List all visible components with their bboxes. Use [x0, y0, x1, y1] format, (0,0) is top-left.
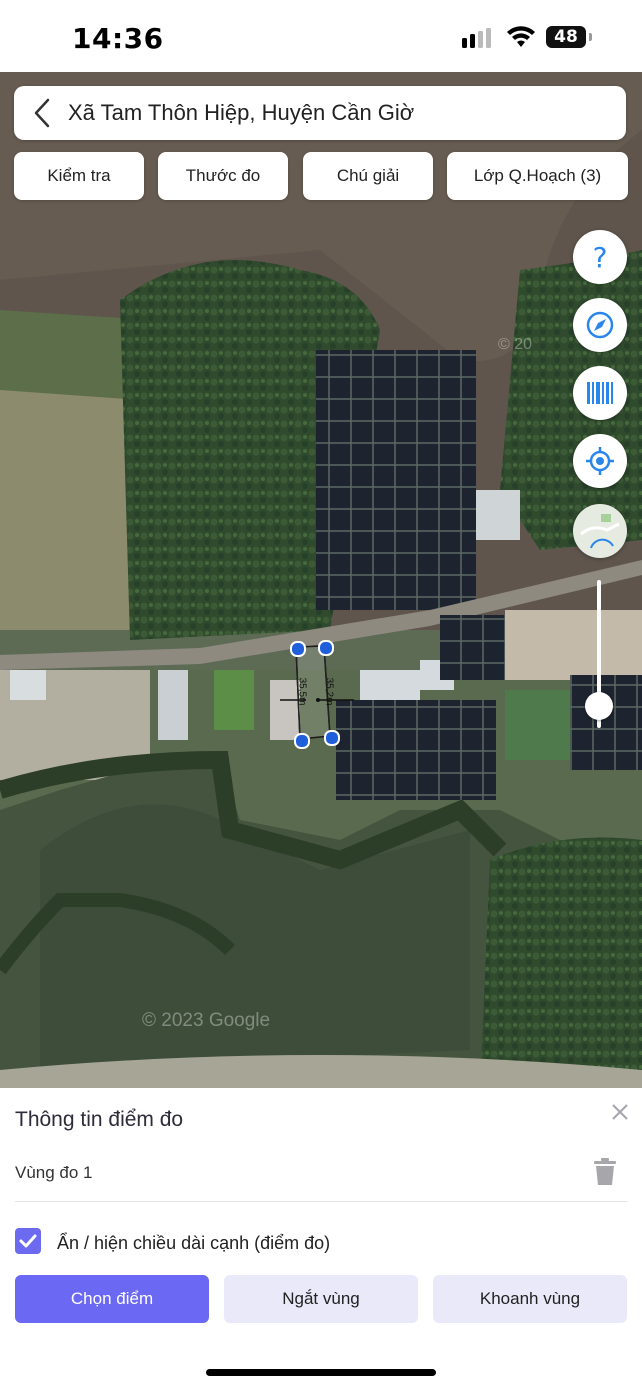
tab-check[interactable]: Kiểm tra — [14, 152, 144, 200]
help-icon: ? — [593, 241, 608, 274]
barcode-button[interactable] — [573, 366, 627, 420]
map-layer-icon — [574, 505, 626, 557]
status-time: 14:36 — [72, 22, 164, 55]
map-layer-button[interactable] — [573, 504, 627, 558]
map-imagery — [0, 70, 642, 1090]
measure-point[interactable] — [290, 641, 306, 657]
measure-point[interactable] — [318, 640, 334, 656]
zone-name: Vùng đo 1 — [15, 1163, 93, 1182]
battery-icon: 48 — [546, 26, 586, 48]
checkmark-icon — [19, 1234, 37, 1248]
home-indicator — [206, 1369, 436, 1376]
measure-label-right: 35,2m — [323, 677, 335, 706]
compass-icon — [586, 311, 614, 339]
barcode-icon — [587, 382, 613, 404]
map-attribution: © 2023 Google — [142, 1010, 271, 1031]
tab-legend[interactable]: Chú giải — [303, 152, 433, 200]
location-title: Xã Tam Thôn Hiệp, Huyện Cần Giờ — [68, 100, 415, 125]
tool-tabs: Kiểm tra Thước đo Chú giải Lớp Q.Hoạch (… — [14, 152, 628, 200]
edge-length-label: Ẩn / hiện chiều dài cạnh (điểm đo) — [57, 1233, 331, 1253]
close-icon[interactable] — [610, 1102, 630, 1122]
edge-length-checkbox[interactable] — [15, 1228, 41, 1254]
map-attribution-partial: © 20 — [498, 336, 533, 353]
measure-info-sheet: Thông tin điểm đo Vùng đo 1 Ẩn / hiện ch… — [0, 1088, 642, 1389]
measure-label-left: 35,5m — [296, 677, 308, 706]
cellular-signal-icon — [462, 28, 491, 48]
back-chevron-icon[interactable] — [30, 98, 54, 128]
svg-text:?: ? — [593, 241, 608, 274]
measure-point[interactable] — [324, 730, 340, 746]
measure-point[interactable] — [294, 733, 310, 749]
draw-area-button[interactable]: Khoanh vùng — [433, 1275, 627, 1323]
satellite-map[interactable]: 35,5m 35,2m © 20 © 2023 Google Xã Tam Th… — [0, 70, 642, 1090]
zoom-slider-handle[interactable] — [585, 691, 613, 720]
select-point-button[interactable]: Chọn điểm — [15, 1275, 209, 1323]
break-zone-button[interactable]: Ngắt vùng — [224, 1275, 418, 1323]
locate-icon — [586, 447, 614, 475]
battery-tip — [589, 33, 592, 41]
divider — [15, 1201, 627, 1202]
status-bar: 14:36 48 — [0, 0, 642, 72]
tab-planning-layers[interactable]: Lớp Q.Hoạch (3) — [447, 152, 628, 200]
wifi-icon — [507, 26, 535, 47]
location-header[interactable]: Xã Tam Thôn Hiệp, Huyện Cần Giờ — [14, 86, 626, 140]
compass-button[interactable] — [573, 298, 627, 352]
sheet-title: Thông tin điểm đo — [15, 1108, 184, 1131]
trash-icon[interactable] — [593, 1158, 617, 1186]
tab-ruler[interactable]: Thước đo — [158, 152, 288, 200]
locate-button[interactable] — [573, 434, 627, 488]
help-button[interactable]: ? — [573, 230, 627, 284]
